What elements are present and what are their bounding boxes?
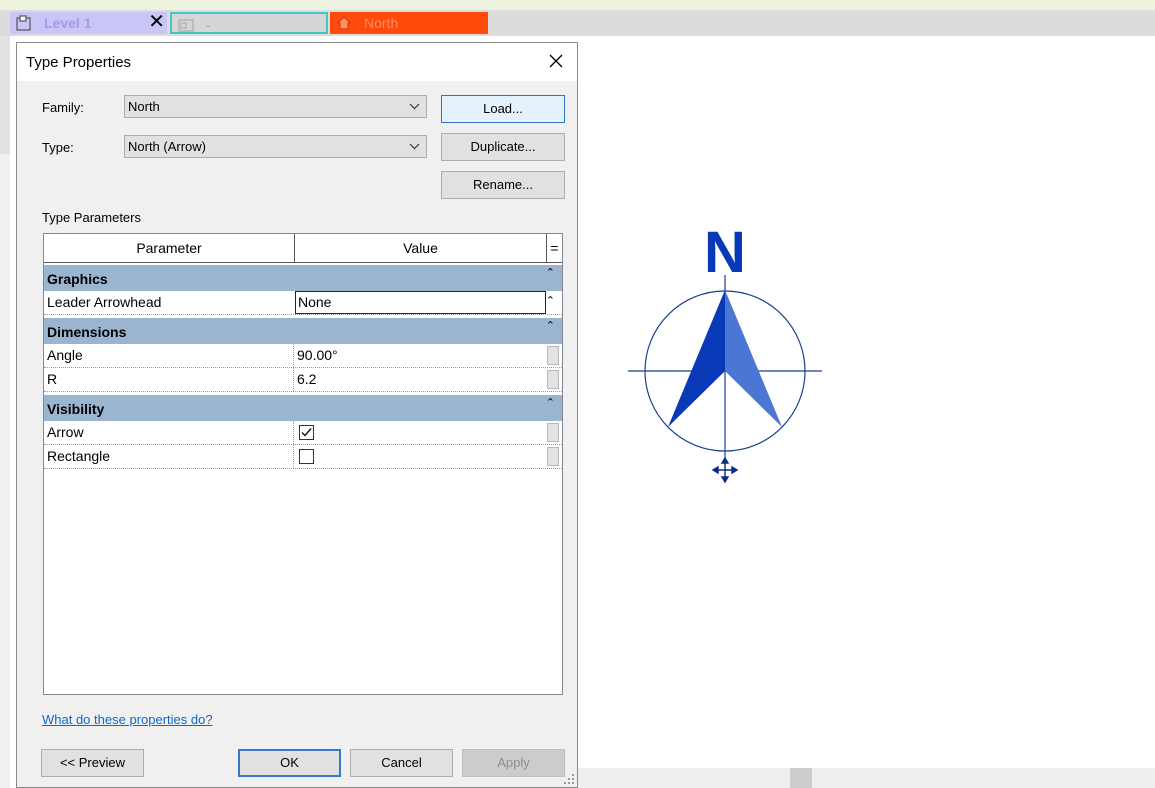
- group-label: Visibility: [47, 401, 105, 417]
- cell-divider: [293, 421, 295, 444]
- column-header-parameter[interactable]: Parameter: [44, 234, 295, 262]
- arrow-light-half: [725, 290, 782, 427]
- param-row-r[interactable]: R 6.2: [44, 368, 562, 392]
- resize-grip-icon[interactable]: [563, 773, 575, 785]
- grid-header: Parameter Value =: [44, 234, 562, 263]
- top-strip: [0, 0, 1155, 10]
- param-row-leader-arrowhead[interactable]: Leader Arrowhead None: [44, 291, 562, 315]
- type-parameters-label: Type Parameters: [42, 210, 141, 225]
- check-icon: [301, 428, 312, 437]
- scrollbar-thumb[interactable]: [790, 768, 812, 788]
- group-graphics[interactable]: Graphics ⌃ ⌃: [44, 265, 562, 307]
- column-header-value[interactable]: Value: [295, 234, 547, 262]
- tab-level-1[interactable]: Level 1 ✕: [10, 11, 167, 34]
- cell-divider: [293, 344, 295, 367]
- family-value: North: [128, 99, 160, 114]
- formula-button[interactable]: [547, 423, 559, 442]
- param-name: Angle: [47, 347, 83, 363]
- horizontal-scrollbar[interactable]: [576, 768, 1155, 788]
- rectangle-checkbox[interactable]: [299, 449, 314, 464]
- leader-arrowhead-field[interactable]: None: [295, 291, 546, 314]
- param-row-angle[interactable]: Angle 90.00°: [44, 344, 562, 368]
- type-label: Type:: [42, 140, 74, 155]
- type-dropdown[interactable]: North (Arrow): [124, 135, 427, 158]
- param-row-rectangle[interactable]: Rectangle: [44, 445, 562, 469]
- duplicate-button[interactable]: Duplicate...: [441, 133, 565, 161]
- formula-button[interactable]: [547, 370, 559, 389]
- group-dimensions[interactable]: Dimensions ⌃⌃: [44, 318, 562, 360]
- close-icon[interactable]: [545, 50, 567, 72]
- param-value[interactable]: 6.2: [297, 371, 316, 387]
- column-header-equals[interactable]: =: [547, 234, 562, 262]
- floor-plan-icon: [16, 15, 32, 31]
- param-name: Arrow: [47, 424, 84, 440]
- view-icon: [178, 17, 194, 33]
- formula-button[interactable]: [547, 346, 559, 365]
- tab-view[interactable]: -: [170, 12, 328, 34]
- arrow-checkbox[interactable]: [299, 425, 314, 440]
- family-label: Family:: [42, 100, 84, 115]
- type-parameters-grid: Parameter Value = Graphics ⌃ ⌃ Leader Arr…: [43, 233, 563, 695]
- apply-button[interactable]: Apply: [462, 749, 565, 777]
- param-name: Leader Arrowhead: [47, 294, 162, 310]
- tab-label: -: [206, 17, 211, 33]
- left-panel-header: [0, 36, 10, 154]
- type-value: North (Arrow): [128, 139, 207, 154]
- cancel-button[interactable]: Cancel: [350, 749, 453, 777]
- tab-north[interactable]: North: [330, 12, 488, 34]
- cell-divider: [293, 368, 295, 391]
- tab-label: North: [364, 15, 399, 31]
- group-label: Dimensions: [47, 324, 127, 340]
- rename-button[interactable]: Rename...: [441, 171, 565, 199]
- param-name: Rectangle: [47, 448, 111, 464]
- chevron-down-icon: [409, 96, 420, 125]
- param-name: R: [47, 371, 58, 387]
- group-visibility[interactable]: Visibility ⌃⌃: [44, 395, 562, 437]
- close-icon[interactable]: ✕: [148, 11, 165, 33]
- arrow-dark-half: [668, 290, 725, 427]
- move-handle-icon: [711, 456, 739, 484]
- tab-label: Level 1: [44, 15, 92, 31]
- dialog-titlebar[interactable]: Type Properties: [17, 43, 577, 81]
- type-properties-dialog: Type Properties Family: North Load... Ty…: [16, 42, 578, 788]
- help-link[interactable]: What do these properties do?: [42, 712, 213, 727]
- group-label: Graphics: [47, 271, 108, 287]
- cell-divider: [293, 445, 295, 468]
- home-icon: [336, 15, 352, 31]
- ok-button[interactable]: OK: [238, 749, 341, 777]
- chevron-down-icon: [409, 136, 420, 165]
- view-tab-bar: Level 1 ✕ - North: [0, 10, 1155, 36]
- family-dropdown[interactable]: North: [124, 95, 427, 118]
- param-row-arrow[interactable]: Arrow: [44, 421, 562, 445]
- formula-button[interactable]: [547, 447, 559, 466]
- load-button[interactable]: Load...: [441, 95, 565, 123]
- param-value: None: [298, 294, 332, 310]
- north-arrow-symbol[interactable]: N: [620, 215, 840, 485]
- dialog-title: Type Properties: [26, 54, 132, 71]
- preview-button[interactable]: << Preview: [41, 749, 144, 777]
- param-value[interactable]: 90.00°: [297, 347, 338, 363]
